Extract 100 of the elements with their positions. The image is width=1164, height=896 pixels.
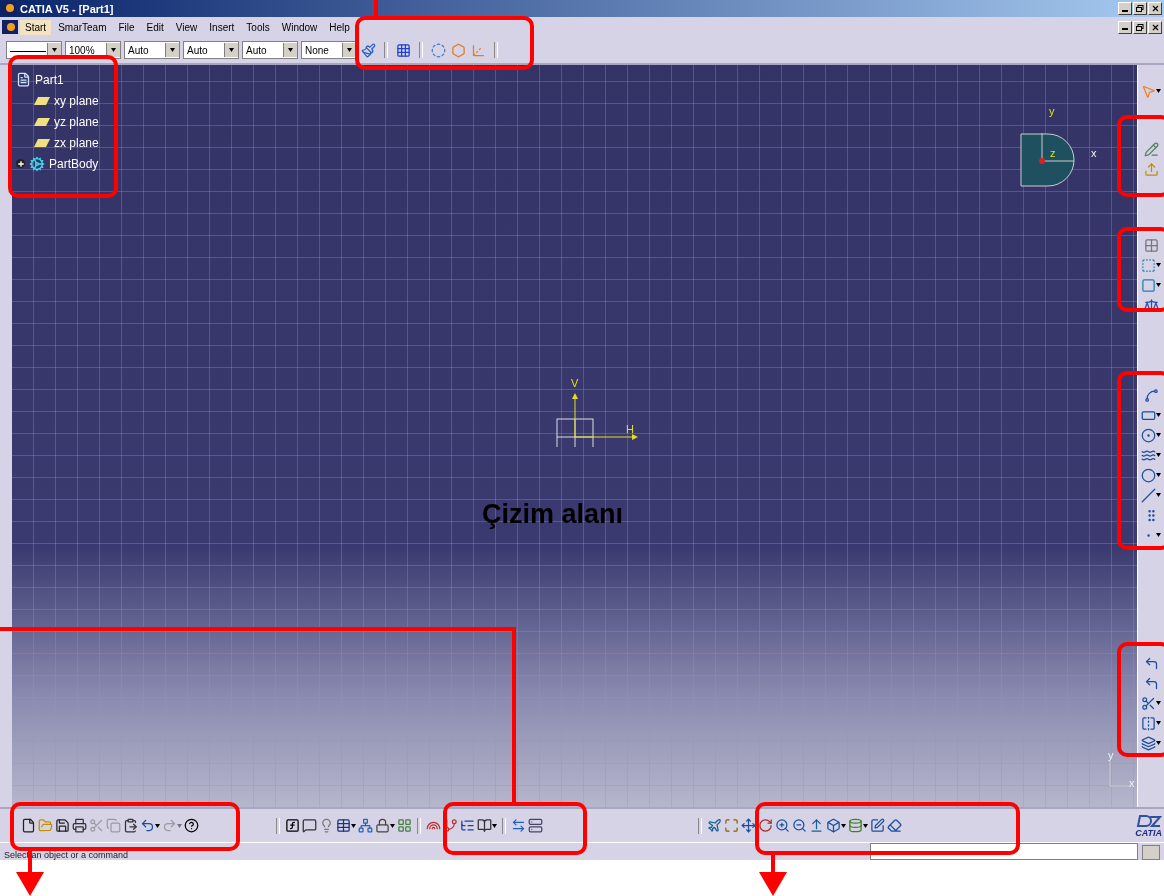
tree-item[interactable]: xy plane xyxy=(54,93,99,108)
minimize-button[interactable] xyxy=(1118,20,1132,34)
caret-icon xyxy=(1156,453,1161,457)
formula-icon[interactable] xyxy=(285,818,300,833)
axis-label: x xyxy=(1129,777,1135,789)
caret-icon xyxy=(863,823,868,828)
help-icon[interactable] xyxy=(184,818,199,833)
caret-icon xyxy=(351,823,356,828)
fit-all-icon[interactable] xyxy=(724,818,739,833)
app-logo-icon xyxy=(2,2,16,15)
close-button[interactable] xyxy=(1148,2,1162,15)
restore-button[interactable] xyxy=(1133,2,1147,15)
close-button[interactable] xyxy=(1148,20,1162,34)
menu-item[interactable]: Edit xyxy=(141,19,169,35)
restore-button[interactable] xyxy=(1133,20,1147,34)
minimize-button[interactable] xyxy=(1118,2,1132,15)
caret-icon xyxy=(177,823,182,828)
dotted-circle-icon[interactable] xyxy=(431,42,446,58)
rotate-icon[interactable] xyxy=(758,818,773,833)
menu-item[interactable]: Start xyxy=(20,19,52,35)
scissors-icon[interactable] xyxy=(1141,695,1156,711)
catia-logo: CATIA xyxy=(1135,813,1162,838)
style-dropdown[interactable]: Auto xyxy=(124,41,180,59)
part-icon xyxy=(16,72,31,87)
arrows-icon[interactable] xyxy=(511,818,526,833)
drawing-canvas[interactable]: Part1 xy plane yz plane zx plane PartBody y z x H V Çizim alanı y x xyxy=(12,65,1137,807)
spline-icon[interactable] xyxy=(1143,387,1159,403)
menu-item[interactable]: File xyxy=(113,19,140,35)
plane-icon xyxy=(34,96,50,105)
clipboard-icon[interactable] xyxy=(123,818,138,833)
save-icon[interactable] xyxy=(55,818,70,833)
style-dropdown[interactable]: Auto xyxy=(242,41,298,59)
canvas-caption: Çizim alanı xyxy=(482,499,624,530)
zoom-in-icon[interactable] xyxy=(775,818,790,833)
close-icon xyxy=(1150,4,1160,13)
plane-icon xyxy=(34,117,50,126)
style-dropdown[interactable]: None xyxy=(301,41,357,59)
caret-icon xyxy=(111,48,116,52)
sketch-pencil-icon[interactable] xyxy=(1143,141,1159,157)
tree-item[interactable]: zx plane xyxy=(54,135,99,150)
menu-item[interactable]: View xyxy=(170,19,203,35)
caret-icon xyxy=(1156,721,1161,725)
line-sample-icon xyxy=(10,49,46,54)
cylinder-icon[interactable] xyxy=(848,818,863,833)
grid-icon[interactable] xyxy=(396,42,411,58)
corner-axis-drawing xyxy=(1109,761,1131,787)
gear-icon xyxy=(29,155,45,172)
menu-item[interactable]: Tools xyxy=(241,19,275,35)
ellipse-icon[interactable] xyxy=(1141,467,1156,483)
window-button[interactable] xyxy=(1142,845,1160,860)
close-icon xyxy=(1150,22,1160,32)
menu-item[interactable]: Window xyxy=(276,19,323,35)
caret-icon xyxy=(52,48,57,52)
cube-icon[interactable] xyxy=(826,818,841,833)
caret-icon xyxy=(492,823,497,828)
corner-icon[interactable] xyxy=(1143,675,1159,691)
tree-item[interactable]: Part1 xyxy=(35,72,64,87)
circle-dot-icon[interactable] xyxy=(1141,427,1156,443)
document-icon xyxy=(2,20,18,34)
lock-icon[interactable] xyxy=(375,818,390,833)
caret-icon xyxy=(1156,283,1161,287)
normal-view-icon[interactable] xyxy=(809,818,824,833)
list-tree-icon[interactable] xyxy=(460,818,475,833)
axis-label: y xyxy=(1049,105,1055,117)
plane-icon[interactable] xyxy=(707,818,722,833)
move-icon[interactable] xyxy=(741,818,756,833)
expand-button[interactable] xyxy=(16,159,25,168)
line-icon[interactable] xyxy=(1141,487,1156,503)
printer-icon[interactable] xyxy=(72,818,87,833)
table-icon[interactable] xyxy=(336,818,351,833)
book-icon[interactable] xyxy=(477,818,492,833)
style-dropdown[interactable]: Auto xyxy=(183,41,239,59)
new-file-icon[interactable] xyxy=(21,818,36,833)
caret-icon xyxy=(1156,433,1161,437)
tree-item[interactable]: PartBody xyxy=(49,156,99,171)
zoom-out-icon[interactable] xyxy=(792,818,807,833)
speech-bubble-icon[interactable] xyxy=(302,818,317,833)
caret-icon xyxy=(288,48,293,52)
caret-icon xyxy=(1156,89,1161,93)
mirror-icon[interactable] xyxy=(1141,715,1156,731)
tree-item[interactable]: yz plane xyxy=(54,114,99,129)
network-icon[interactable] xyxy=(358,818,373,833)
caret-icon xyxy=(1156,741,1161,745)
pen-icon[interactable] xyxy=(870,818,885,833)
grid-icon[interactable] xyxy=(1143,237,1159,253)
menu-item[interactable]: Help xyxy=(324,19,355,35)
layout-grid-icon[interactable] xyxy=(397,818,412,833)
corner-icon[interactable] xyxy=(1143,655,1159,671)
server-icon[interactable] xyxy=(528,818,543,833)
menu-item[interactable]: Insert xyxy=(204,19,240,35)
caret-icon xyxy=(1156,493,1161,497)
caret-icon xyxy=(390,823,395,828)
paintbrush-icon[interactable] xyxy=(361,42,376,58)
eraser-icon[interactable] xyxy=(887,818,902,833)
menu-item[interactable]: SmarTeam xyxy=(53,19,112,35)
caret-icon xyxy=(1156,473,1161,477)
layers-icon[interactable] xyxy=(1141,735,1156,751)
undo-icon[interactable] xyxy=(140,818,155,833)
plane-icon xyxy=(34,138,50,147)
axis-label: y xyxy=(1108,749,1114,761)
